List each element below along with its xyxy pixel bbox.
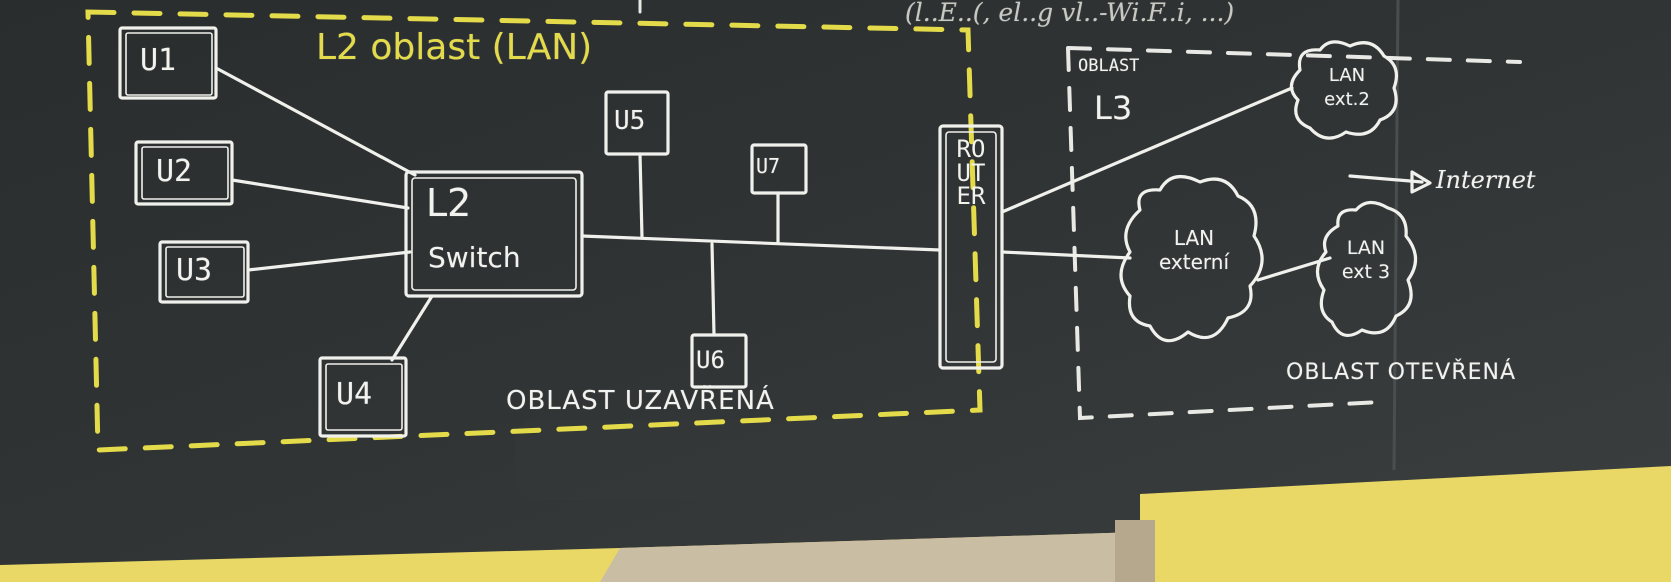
internet-label: Internet bbox=[1436, 166, 1536, 194]
cloud-ext2-label: LAN ext.2 bbox=[1324, 65, 1370, 110]
l2-region-title: L2 oblast (LAN) bbox=[316, 27, 593, 68]
l3-region-title-line2: L3 bbox=[1094, 89, 1133, 127]
u3-label: U3 bbox=[176, 253, 213, 288]
chalkboard bbox=[0, 0, 1671, 582]
switch-label-line1: L2 bbox=[426, 181, 472, 225]
u6-label: U6 bbox=[696, 346, 725, 374]
eraser-smudge bbox=[515, 420, 935, 500]
u4-label: U4 bbox=[336, 377, 373, 412]
u2-label: U2 bbox=[156, 154, 193, 189]
u5-label: U5 bbox=[614, 106, 646, 136]
u7-label: U7 bbox=[756, 154, 781, 178]
router-label: ROUTER bbox=[956, 135, 986, 210]
top-scrawl-text: (l..E..(, el..g vl..-Wi.F..i, ...) bbox=[905, 0, 1235, 27]
l3-region-title-line1: OBLAST bbox=[1078, 56, 1140, 76]
link-u5-bus bbox=[638, 152, 644, 240]
tray-block bbox=[1115, 520, 1155, 582]
cloud-ext3-label: LAN ext 3 bbox=[1341, 237, 1391, 283]
l3-region-caption: OBLAST OTEVŘENÁ bbox=[1286, 360, 1517, 385]
u1-label: U1 bbox=[140, 43, 177, 78]
link-u6-bus bbox=[710, 242, 716, 337]
l2-region-caption: OBLAST UZAVŘENÁ bbox=[506, 386, 775, 416]
cloud-externi-label: LAN externí bbox=[1158, 226, 1230, 274]
switch-label-line2: Switch bbox=[428, 241, 521, 274]
